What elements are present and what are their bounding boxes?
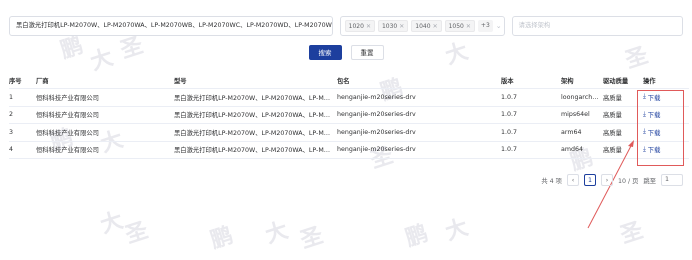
page-number[interactable]: 1	[583, 174, 596, 186]
page-size-select[interactable]: 10 / 页	[618, 176, 638, 185]
pagination: 共 4 项 ‹ 1 › 10 / 页 跳至 1	[541, 174, 683, 186]
total-count: 共 4 项	[541, 177, 562, 185]
annotation-arrow	[587, 140, 634, 229]
jump-input[interactable]: 1	[661, 174, 683, 186]
next-page-button[interactable]: ›	[600, 174, 613, 186]
prev-page-button[interactable]: ‹	[566, 174, 579, 186]
jump-label: 跳至	[643, 177, 656, 185]
